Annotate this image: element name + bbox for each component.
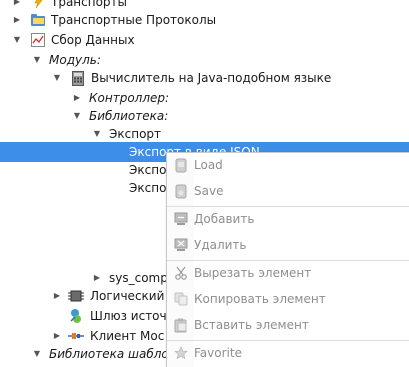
menu-item-label: Вырезать элемент [194, 266, 312, 280]
context-menu: Load Save Добавить Удалить Вырезать элем… [166, 152, 409, 367]
calculator-icon [70, 70, 86, 86]
menu-item-label: Копировать элемент [194, 292, 326, 306]
tree-item-label: Модуль: [49, 53, 101, 67]
star-icon [173, 345, 189, 361]
menu-separator [167, 260, 409, 261]
menu-item-favorite[interactable]: Favorite [167, 342, 409, 364]
menu-item-label: Favorite [194, 346, 242, 360]
copy-icon [173, 291, 189, 307]
menu-item-paste[interactable]: Вставить элемент [167, 314, 409, 336]
tree-item-label: Сбор Данных [51, 33, 135, 47]
menu-item-delete[interactable]: Удалить [167, 234, 409, 256]
menu-item-label: Save [194, 184, 224, 198]
cut-icon [173, 265, 189, 281]
menu-item-copy[interactable]: Копировать элемент [167, 288, 409, 310]
tree-item-label: Шлюз источ [90, 309, 167, 323]
logic-module-icon [68, 288, 84, 304]
tree-item-label: Экспо [129, 181, 167, 195]
tree-item-module-group[interactable]: ▼ Модуль: [0, 50, 409, 70]
tree-item-label: Логический [90, 289, 165, 303]
tree-item-label: Библиотека шабло [49, 347, 169, 361]
menu-item-save[interactable]: Save [167, 180, 409, 202]
tree-item-label: Транспортные Протоколы [51, 13, 217, 27]
menu-item-label: Вставить элемент [194, 318, 309, 332]
menu-item-label: Удалить [194, 238, 247, 252]
tree-item-label: Клиент Мос [90, 329, 165, 343]
menu-item-add[interactable]: Добавить [167, 208, 409, 230]
expand-arrow-icon[interactable]: ▶ [12, 15, 22, 25]
tree-item-label: sys_comp [109, 271, 168, 285]
tree-item-controller-group[interactable]: ▶ Контроллер: [0, 88, 409, 108]
collapse-arrow-icon[interactable]: ▼ [32, 349, 42, 359]
collapse-arrow-icon[interactable]: ▼ [72, 111, 82, 121]
expand-arrow-icon[interactable]: ▶ [52, 291, 62, 301]
tree-item-label: Вычислитель на Java-подобном языке [91, 71, 332, 85]
folder-icon [30, 12, 46, 28]
chart-icon [30, 32, 46, 48]
tree-item-transport-protocols[interactable]: ▶ Транспортные Протоколы [0, 10, 409, 30]
tree-item-label: Контроллер: [89, 91, 170, 105]
collapse-arrow-icon[interactable]: ▼ [12, 35, 22, 45]
menu-separator [167, 206, 409, 207]
add-icon [173, 211, 189, 227]
tree-item-export-library[interactable]: ▼ Экспорт [0, 124, 409, 144]
collapse-arrow-icon[interactable]: ▼ [32, 55, 42, 65]
collapse-arrow-icon[interactable]: ▼ [92, 129, 102, 139]
tree-item-label: Экспорт [109, 127, 162, 141]
menu-item-load[interactable]: Load [167, 154, 409, 176]
gateway-icon [68, 308, 84, 324]
tree-item-data-acquisition[interactable]: ▼ Сбор Данных [0, 30, 409, 50]
expand-arrow-icon[interactable]: ▶ [52, 331, 62, 341]
tree-item-label: Экспо [129, 163, 167, 177]
paste-icon [173, 317, 189, 333]
expand-arrow-icon[interactable]: ▶ [72, 93, 82, 103]
transport-icon [30, 0, 46, 10]
menu-item-label: Добавить [194, 212, 255, 226]
expand-arrow-icon[interactable]: ▶ [12, 0, 22, 7]
tree-item-library-group[interactable]: ▼ Библиотека: [0, 106, 409, 126]
client-connection-icon [68, 328, 84, 344]
load-icon [173, 157, 189, 173]
menu-item-label: Load [194, 158, 223, 172]
save-icon [173, 183, 189, 199]
expand-arrow-icon[interactable]: ▶ [92, 273, 102, 283]
menu-item-cut[interactable]: Вырезать элемент [167, 262, 409, 284]
collapse-arrow-icon[interactable]: ▼ [52, 73, 62, 83]
tree-item-label: Библиотека: [89, 109, 169, 123]
tree-item-java-calculator[interactable]: ▼ Вычислитель на Java-подобном языке [0, 68, 409, 88]
delete-icon [173, 237, 189, 253]
menu-separator [167, 340, 409, 341]
